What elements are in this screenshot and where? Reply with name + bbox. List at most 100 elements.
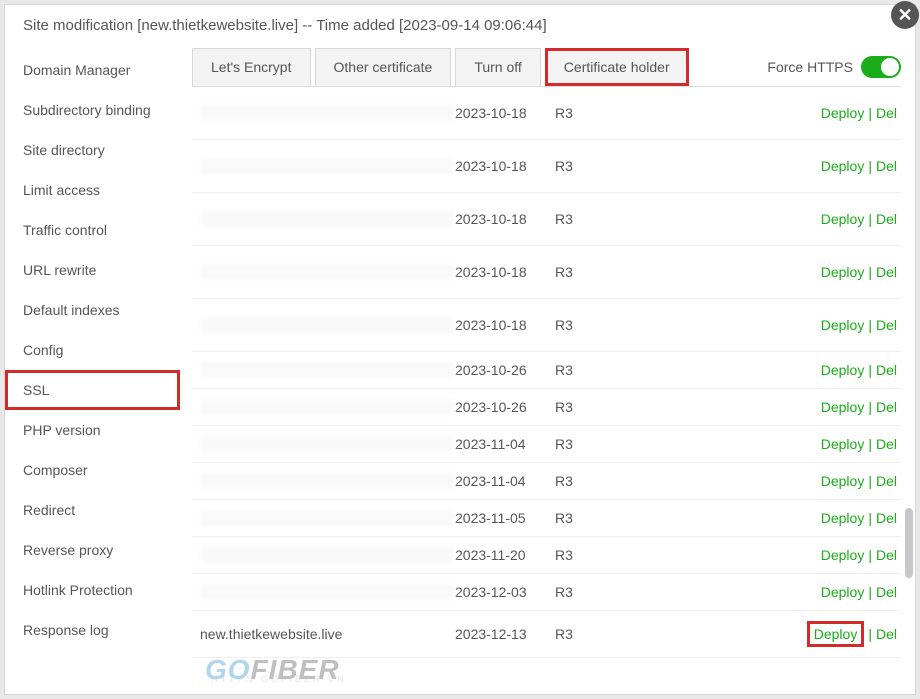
delete-link[interactable]: Del xyxy=(876,547,897,563)
deploy-link[interactable]: Deploy xyxy=(821,362,865,378)
cert-actions: Deploy | Del xyxy=(821,510,897,526)
sidebar-item-default-indexes[interactable]: Default indexes xyxy=(5,290,180,330)
cert-actions: Deploy | Del xyxy=(821,584,897,600)
cert-date: 2023-12-13 xyxy=(455,626,555,642)
deploy-link[interactable]: Deploy xyxy=(821,211,865,227)
tab-turn-off[interactable]: Turn off xyxy=(455,48,540,86)
sidebar-item-site-directory[interactable]: Site directory xyxy=(5,130,180,170)
cert-row: 2023-10-18R3 Deploy | Del xyxy=(192,246,901,299)
scrollbar-thumb[interactable] xyxy=(905,508,913,578)
sidebar-item-subdirectory-binding[interactable]: Subdirectory binding xyxy=(5,90,180,130)
deploy-link[interactable]: Deploy xyxy=(821,105,865,121)
cert-domain xyxy=(200,362,455,378)
cert-domain xyxy=(200,211,455,227)
sidebar-item-url-rewrite[interactable]: URL rewrite xyxy=(5,250,180,290)
cert-row: 2023-10-26R3Deploy | Del xyxy=(192,389,901,426)
tab-let-s-encrypt[interactable]: Let's Encrypt xyxy=(192,48,311,86)
cert-date: 2023-10-18 xyxy=(455,264,555,280)
deploy-link[interactable]: Deploy xyxy=(807,621,865,647)
deploy-link[interactable]: Deploy xyxy=(821,584,865,600)
sidebar-item-reverse-proxy[interactable]: Reverse proxy xyxy=(5,530,180,570)
delete-link[interactable]: Del xyxy=(876,211,897,227)
deploy-link[interactable]: Deploy xyxy=(821,158,865,174)
cert-actions: Deploy | Del xyxy=(821,264,897,280)
delete-link[interactable]: Del xyxy=(876,626,897,642)
cert-actions: Deploy | Del xyxy=(821,362,897,378)
cert-issuer: R3 xyxy=(555,317,615,333)
sidebar-item-redirect[interactable]: Redirect xyxy=(5,490,180,530)
sidebar-item-limit-access[interactable]: Limit access xyxy=(5,170,180,210)
cert-actions: Deploy | Del xyxy=(821,547,897,563)
cert-domain xyxy=(200,473,455,489)
sidebar-item-response-log[interactable]: Response log xyxy=(5,610,180,650)
sidebar: Domain ManagerSubdirectory bindingSite d… xyxy=(5,48,180,693)
delete-link[interactable]: Del xyxy=(876,473,897,489)
cert-issuer: R3 xyxy=(555,547,615,563)
dialog-title: Site modification [new.thietkewebsite.li… xyxy=(5,5,915,48)
cert-domain xyxy=(200,436,455,452)
deploy-link[interactable]: Deploy xyxy=(821,473,865,489)
close-button[interactable]: ✕ xyxy=(891,1,919,29)
cert-date: 2023-10-18 xyxy=(455,158,555,174)
deploy-link[interactable]: Deploy xyxy=(821,510,865,526)
cert-domain xyxy=(200,105,455,121)
cert-actions: Deploy | Del xyxy=(821,158,897,174)
delete-link[interactable]: Del xyxy=(876,510,897,526)
delete-link[interactable]: Del xyxy=(876,362,897,378)
main-panel: Let's EncryptOther certificateTurn offCe… xyxy=(180,48,915,693)
cert-issuer: R3 xyxy=(555,158,615,174)
cert-row: new.thietkewebsite.live2023-12-13R3Deplo… xyxy=(192,611,901,658)
deploy-link[interactable]: Deploy xyxy=(821,264,865,280)
sidebar-item-composer[interactable]: Composer xyxy=(5,450,180,490)
cert-date: 2023-10-18 xyxy=(455,317,555,333)
cert-row: 2023-10-18R3Deploy | Del xyxy=(192,193,901,246)
delete-link[interactable]: Del xyxy=(876,317,897,333)
cert-domain: new.thietkewebsite.live xyxy=(200,626,455,642)
force-https-toggle[interactable] xyxy=(861,56,901,78)
deploy-link[interactable]: Deploy xyxy=(821,547,865,563)
cert-actions: Deploy | Del xyxy=(821,473,897,489)
cert-domain xyxy=(200,317,455,333)
cert-actions: Deploy | Del xyxy=(821,399,897,415)
cert-domain xyxy=(200,399,455,415)
site-modification-dialog: ✕ Site modification [new.thietkewebsite.… xyxy=(4,4,916,695)
delete-link[interactable]: Del xyxy=(876,264,897,280)
cert-actions: Deploy | Del xyxy=(821,436,897,452)
cert-issuer: R3 xyxy=(555,264,615,280)
sidebar-item-config[interactable]: Config xyxy=(5,330,180,370)
cert-row: 2023-10-26R3Deploy | Del xyxy=(192,352,901,389)
deploy-link[interactable]: Deploy xyxy=(821,317,865,333)
cert-issuer: R3 xyxy=(555,473,615,489)
cert-date: 2023-10-18 xyxy=(455,211,555,227)
cert-issuer: R3 xyxy=(555,211,615,227)
sidebar-item-php-version[interactable]: PHP version xyxy=(5,410,180,450)
tab-certificate-holder[interactable]: Certificate holder xyxy=(545,48,689,86)
cert-domain xyxy=(200,547,455,563)
sidebar-item-hotlink-protection[interactable]: Hotlink Protection xyxy=(5,570,180,610)
deploy-link[interactable]: Deploy xyxy=(821,436,865,452)
force-https-label: Force HTTPS xyxy=(767,59,853,75)
delete-link[interactable]: Del xyxy=(876,158,897,174)
cert-row: 2023-10-18R3Deploy | Del xyxy=(192,87,901,140)
cert-date: 2023-10-26 xyxy=(455,362,555,378)
close-icon: ✕ xyxy=(897,5,912,26)
cert-actions: Deploy | Del xyxy=(807,621,897,647)
tab-other-certificate[interactable]: Other certificate xyxy=(315,48,452,86)
cert-date: 2023-11-20 xyxy=(455,547,555,563)
cert-domain xyxy=(200,264,455,280)
sidebar-item-domain-manager[interactable]: Domain Manager xyxy=(5,50,180,90)
cert-date: 2023-11-05 xyxy=(455,510,555,526)
delete-link[interactable]: Del xyxy=(876,584,897,600)
cert-domain xyxy=(200,158,455,174)
scrollbar[interactable] xyxy=(905,98,913,683)
cert-row: 2023-11-04R3Deploy | Del xyxy=(192,463,901,500)
deploy-link[interactable]: Deploy xyxy=(821,399,865,415)
cert-row: 2023-11-04R3Deploy | Del xyxy=(192,426,901,463)
sidebar-item-traffic-control[interactable]: Traffic control xyxy=(5,210,180,250)
cert-issuer: R3 xyxy=(555,584,615,600)
delete-link[interactable]: Del xyxy=(876,436,897,452)
sidebar-item-ssl[interactable]: SSL xyxy=(5,370,180,410)
delete-link[interactable]: Del xyxy=(876,399,897,415)
delete-link[interactable]: Del xyxy=(876,105,897,121)
cert-date: 2023-10-26 xyxy=(455,399,555,415)
